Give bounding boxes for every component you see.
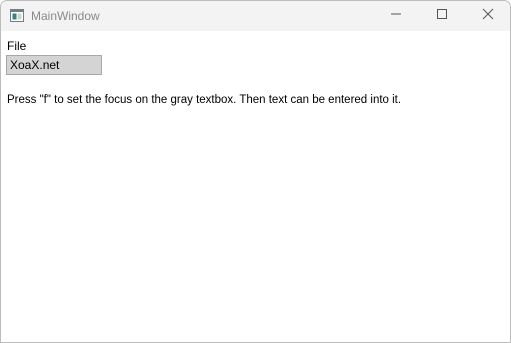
window-content: File Press "f" to set the focus on the g… (1, 31, 510, 342)
minimize-button[interactable] (373, 1, 419, 31)
window-title: MainWindow (31, 9, 100, 23)
minimize-icon (390, 7, 402, 25)
app-window-icon (10, 9, 24, 22)
maximize-button[interactable] (419, 1, 465, 31)
gray-textbox[interactable] (6, 55, 102, 75)
title-bar[interactable]: MainWindow (1, 1, 510, 31)
close-button[interactable] (465, 1, 510, 31)
main-window: MainWindow File XoaX.net Press "f" to se… (0, 0, 511, 343)
maximize-icon (436, 7, 448, 25)
menu-item-file[interactable]: File (7, 39, 26, 53)
instruction-text: Press "f" to set the focus on the gray t… (7, 94, 402, 106)
close-icon (482, 7, 494, 25)
